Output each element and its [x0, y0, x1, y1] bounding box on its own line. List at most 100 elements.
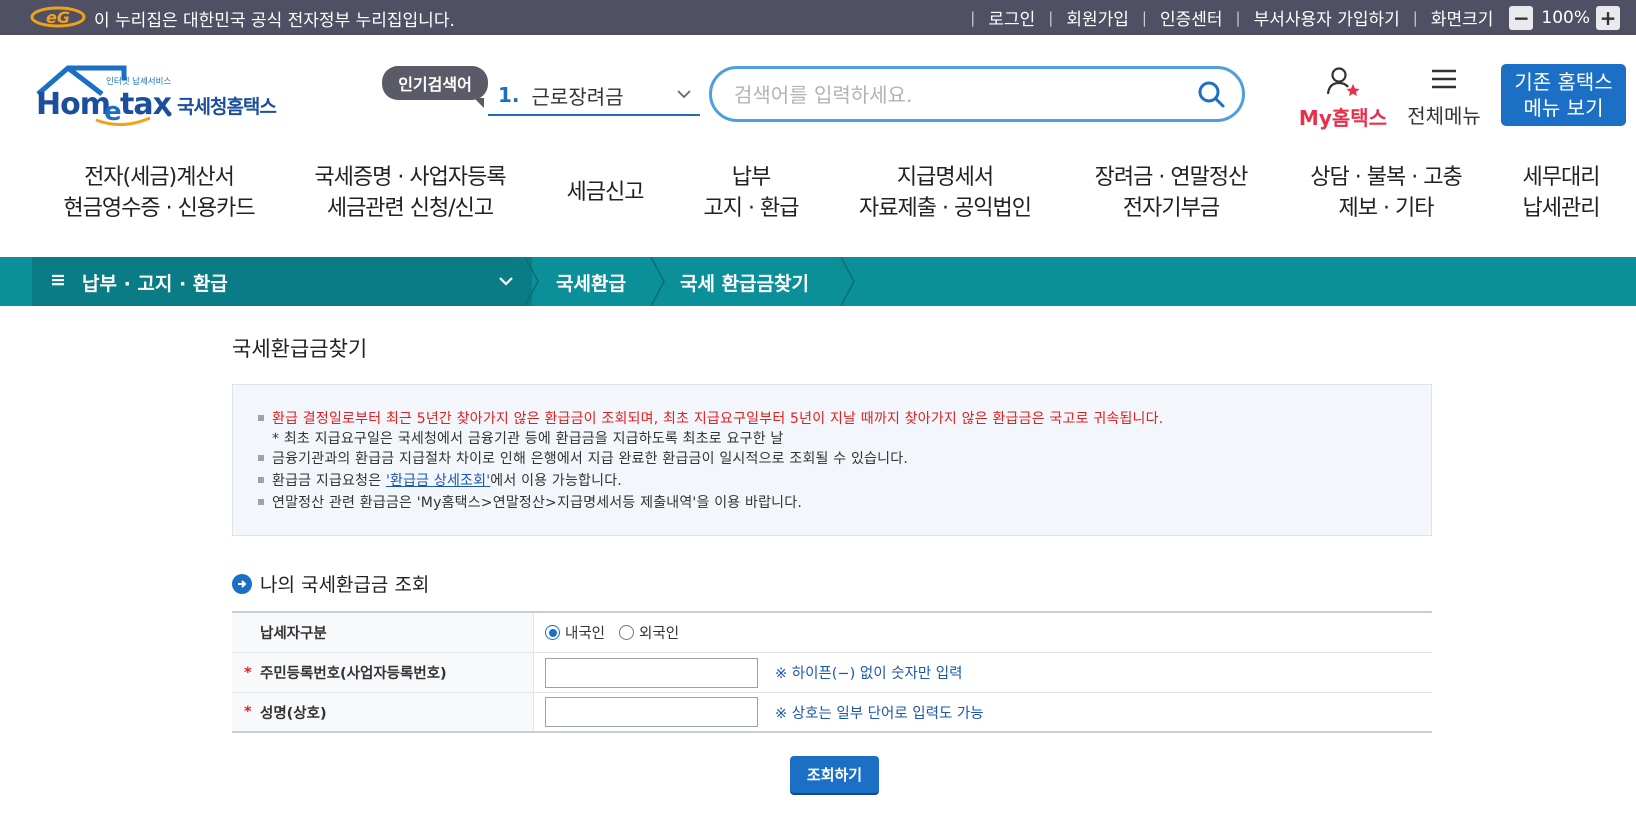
- search-icon[interactable]: [1196, 79, 1226, 109]
- popular-rank: 1.: [498, 83, 520, 107]
- breadcrumb-refund[interactable]: 국세환급: [556, 269, 626, 296]
- nav-label: 현금영수증 · 신용카드: [63, 196, 255, 221]
- legacy-menu-line2: 메뉴 보기: [1523, 96, 1604, 120]
- nav-label: 국세증명 · 사업자등록: [314, 165, 506, 190]
- arrow-right-circle-icon: [232, 573, 252, 594]
- popular-search-badge: 인기검색어: [382, 66, 488, 108]
- nav-label: 전자기부금: [1122, 196, 1220, 221]
- foreign-radio[interactable]: [619, 625, 635, 640]
- foreign-radio-label[interactable]: 외국인: [639, 622, 679, 643]
- page-title: 국세환급금찾기: [232, 337, 368, 361]
- required-mark: *: [244, 704, 252, 720]
- certificate-center-link[interactable]: 인증센터: [1160, 5, 1223, 30]
- myhometax-label: My홈택스: [1298, 106, 1388, 130]
- nav-certificate[interactable]: 국세증명 · 사업자등록 세금관련 신청/신고: [306, 162, 514, 224]
- nav-label: 납부: [731, 165, 771, 190]
- nav-label: 고지 · 환급: [703, 196, 800, 221]
- notice-subitem: * 최초 지급요구일은 국세청에서 금융기관 등에 환급금을 지급하도록 최초로…: [272, 431, 784, 447]
- notice-item: 연말정산 관련 환급금은 'My홈택스>연말정산>지급명세서등 제출내역'을 이…: [258, 492, 802, 512]
- chevron-down-icon[interactable]: [498, 273, 514, 289]
- breadcrumb-divider-icon: [840, 257, 855, 306]
- hamburger-icon: [1432, 69, 1456, 89]
- zoom-level: 100%: [1541, 7, 1590, 28]
- nav-label: 세금관련 신청/신고: [326, 196, 494, 221]
- notice-item: 환급 결정일로부터 최근 5년간 찾아가지 않은 환급금이 조회되며, 최초 지…: [258, 408, 1163, 428]
- gov-banner: eG 이 누리집은 대한민국 공식 전자정부 누리집입니다. | 로그인 | 회…: [0, 0, 1636, 35]
- search-submit-button[interactable]: 조회하기: [790, 756, 879, 793]
- notice-item: 환급금 지급요청은 '환급금 상세조회'에서 이용 가능합니다.: [258, 470, 622, 490]
- nav-label: 제보 · 기타: [1338, 196, 1435, 221]
- signup-link[interactable]: 회원가입: [1066, 5, 1129, 30]
- legacy-menu-button[interactable]: 기존 홈택스 메뉴 보기: [1501, 64, 1626, 126]
- eg-logo-icon: eG: [30, 6, 86, 28]
- gov-banner-text: 이 누리집은 대한민국 공식 전자정부 누리집입니다.: [94, 11, 455, 31]
- notice-box: 환급 결정일로부터 최근 5년간 찾아가지 않은 환급금이 조회되며, 최초 지…: [232, 384, 1432, 536]
- search-input[interactable]: [734, 81, 1174, 109]
- nav-consult[interactable]: 상담 · 불복 · 고충 제보 · 기타: [1302, 162, 1470, 224]
- form-row-id-number: * 주민등록번호(사업자등록번호) ※ 하이픈(−) 없이 숫자만 입력: [232, 653, 1432, 693]
- breadcrumb-current[interactable]: 국세 환급금찾기: [680, 269, 809, 296]
- svg-text:국세청홈택스: 국세청홈택스: [177, 95, 276, 118]
- login-link[interactable]: 로그인: [988, 5, 1035, 30]
- taxpayer-type-options: 내국인 외국인: [545, 613, 693, 652]
- zoom-in-button[interactable]: +: [1596, 5, 1620, 30]
- utility-nav: | 로그인 | 회원가입 | 인증센터 | 부서사용자 가입하기 | 화면크기 …: [957, 0, 1620, 35]
- logo-small-text: 인터넷 납세서비스: [106, 76, 171, 87]
- hometax-logo-icon: 인터넷 납세서비스 Hom e tax 국세청홈택스: [36, 65, 277, 127]
- nav-tax-agent[interactable]: 세무대리 납세관리: [1516, 162, 1606, 224]
- menu-icon[interactable]: ≡: [50, 269, 66, 291]
- required-mark: *: [244, 664, 252, 681]
- svg-text:tax: tax: [120, 87, 172, 122]
- zoom-out-button[interactable]: −: [1509, 5, 1534, 30]
- dept-user-signup-link[interactable]: 부서사용자 가입하기: [1254, 5, 1400, 30]
- svg-text:Hom: Hom: [36, 87, 110, 122]
- nav-label: 세금신고: [566, 180, 645, 205]
- search-box: [709, 66, 1245, 122]
- all-menu-label: 전체메뉴: [1407, 104, 1481, 128]
- section-title: 나의 국세환급금 조회: [232, 570, 429, 597]
- id-number-hint: ※ 하이픈(−) 없이 숫자만 입력: [775, 666, 963, 682]
- user-icon: [1326, 67, 1360, 96]
- nav-label: 전자(세금)계산서: [84, 165, 235, 190]
- legacy-menu-line1: 기존 홈택스: [1514, 70, 1613, 94]
- svg-text:eG: eG: [46, 8, 70, 27]
- nav-label: 지급명세서: [896, 165, 994, 190]
- nav-label: 세무대리: [1522, 165, 1601, 190]
- nav-label: 자료제출 · 공익법인: [859, 196, 1032, 221]
- breadcrumb-divider-icon: [650, 257, 665, 306]
- main-nav: 전자(세금)계산서 현금영수증 · 신용카드 국세증명 · 사업자등록 세금관련…: [0, 162, 1636, 240]
- location-bar: ≡ 납부 · 고지 · 환급 국세환급 국세 환급금찾기: [0, 257, 1636, 306]
- name-hint: ※ 상호는 일부 단어로 입력도 가능: [775, 705, 984, 722]
- name-input[interactable]: [545, 697, 758, 727]
- nav-einvoice[interactable]: 전자(세금)계산서 현금영수증 · 신용카드: [56, 162, 262, 224]
- popular-keyword: 근로장려금: [531, 84, 624, 109]
- nav-payment[interactable]: 납부 고지 · 환급: [696, 162, 806, 224]
- location-section: ≡ 납부 · 고지 · 환급: [32, 257, 532, 306]
- breadcrumb-divider-icon: [524, 257, 539, 306]
- name-label: * 성명(상호): [232, 693, 534, 731]
- myhometax-button[interactable]: My홈택스: [1298, 66, 1388, 131]
- hometax-logo[interactable]: 인터넷 납세서비스 Hom e tax 국세청홈택스: [34, 64, 302, 130]
- nav-label: 상담 · 불복 · 고충: [1310, 165, 1462, 190]
- form-row-name: * 성명(상호) ※ 상호는 일부 단어로 입력도 가능: [232, 693, 1432, 733]
- popular-search-select[interactable]: 1. 근로장려금: [488, 76, 700, 116]
- nav-label: 납세관리: [1522, 196, 1601, 221]
- nav-payment-statement[interactable]: 지급명세서 자료제출 · 공익법인: [852, 162, 1038, 224]
- nav-label: 장려금 · 연말정산: [1094, 165, 1249, 190]
- domestic-radio-label[interactable]: 내국인: [565, 622, 605, 643]
- refund-detail-link[interactable]: '환급금 상세조회': [386, 473, 490, 489]
- chevron-down-icon: [677, 90, 691, 99]
- section-title-text: 나의 국세환급금 조회: [260, 574, 430, 596]
- refund-search-form: 납세자구분 내국인 외국인 * 주민등록번호(사업자등록번호) ※ 하이픈(−)…: [232, 611, 1432, 733]
- nav-tax-report[interactable]: 세금신고: [560, 177, 650, 208]
- notice-item: 금융기관과의 환급금 지급절차 차이로 인해 은행에서 지급 완료한 환급금이 …: [258, 448, 908, 468]
- all-menu-button[interactable]: 전체메뉴: [1404, 66, 1484, 129]
- screen-size-label: 화면크기: [1430, 10, 1494, 30]
- id-number-input[interactable]: [545, 657, 758, 688]
- taxpayer-type-label: 납세자구분: [232, 613, 534, 652]
- id-number-label: * 주민등록번호(사업자등록번호): [232, 653, 534, 692]
- domestic-radio[interactable]: [545, 625, 560, 640]
- nav-incentive[interactable]: 장려금 · 연말정산 전자기부금: [1088, 162, 1254, 224]
- form-row-taxpayer-type: 납세자구분 내국인 외국인: [232, 613, 1432, 653]
- location-section-title[interactable]: 납부 · 고지 · 환급: [82, 269, 228, 296]
